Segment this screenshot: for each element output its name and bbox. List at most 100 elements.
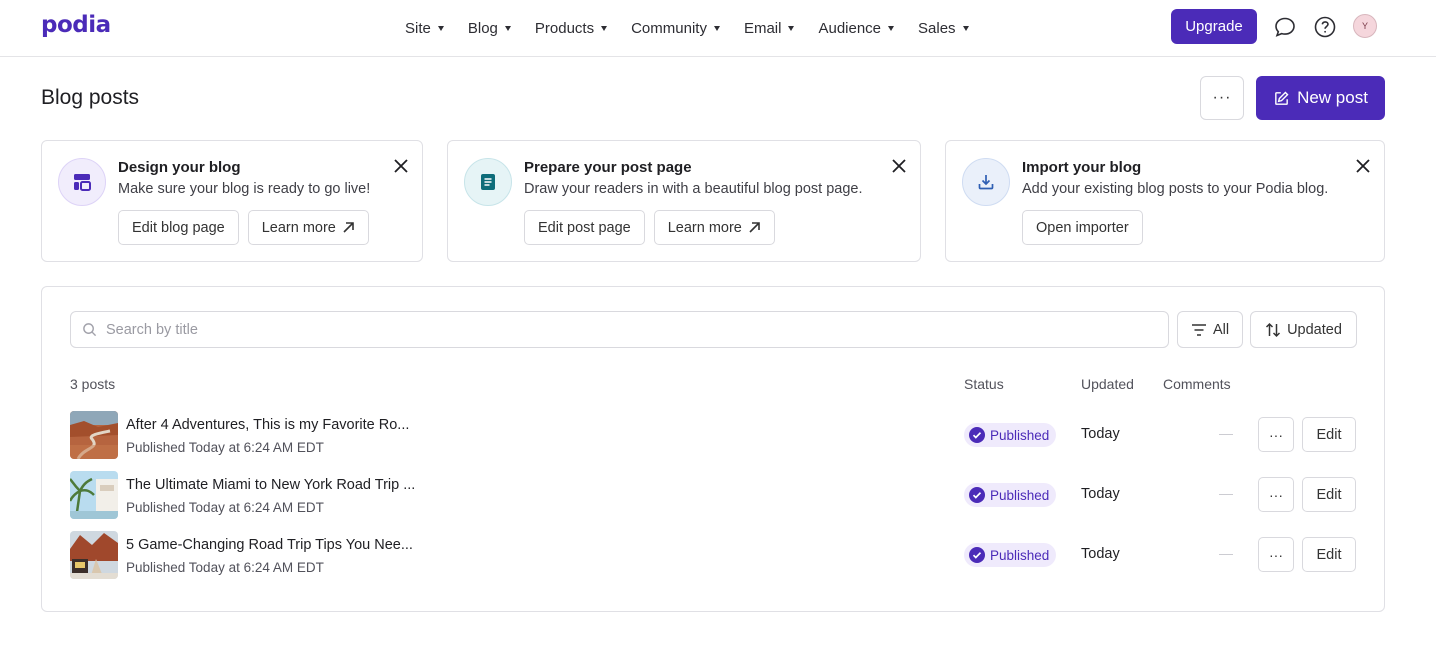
card-title: Prepare your post page [524, 159, 692, 176]
filter-icon [1191, 323, 1206, 336]
filter-button[interactable]: All [1177, 311, 1243, 348]
edit-icon [1275, 90, 1289, 105]
post-title[interactable]: 5 Game-Changing Road Trip Tips You Nee..… [126, 537, 413, 553]
comments-value: — [1219, 545, 1233, 561]
button-label: Open importer [1036, 219, 1129, 236]
row-more-button[interactable]: ··· [1258, 417, 1294, 452]
button-label: Edit post page [538, 219, 631, 236]
nav-item-community[interactable]: Community [631, 20, 720, 37]
table-row[interactable]: After 4 Adventures, This is my Favorite … [70, 411, 1358, 459]
card-description: Draw your readers in with a beautiful bl… [524, 181, 863, 197]
nav-item-sales[interactable]: Sales [918, 20, 969, 37]
more-options-button[interactable]: ··· [1200, 76, 1244, 120]
top-navbar: podia Site Blog Products Community Email… [0, 0, 1436, 57]
document-icon [464, 158, 512, 206]
search-icon [82, 322, 97, 337]
row-more-button[interactable]: ··· [1258, 537, 1294, 572]
new-post-button[interactable]: New post [1256, 76, 1385, 120]
close-icon[interactable] [1354, 157, 1372, 175]
check-circle-icon [969, 547, 985, 563]
table-row[interactable]: The Ultimate Miami to New York Road Trip… [70, 471, 1358, 519]
check-circle-icon [969, 487, 985, 503]
close-icon[interactable] [392, 157, 410, 175]
status-badge: Published [964, 423, 1057, 447]
card-title: Import your blog [1022, 159, 1142, 176]
updated-value: Today [1081, 546, 1120, 562]
button-label: Learn more [667, 219, 742, 236]
check-circle-icon [969, 427, 985, 443]
import-icon [962, 158, 1010, 206]
status-label: Published [990, 427, 1050, 443]
table-row[interactable]: 5 Game-Changing Road Trip Tips You Nee..… [70, 531, 1358, 579]
avatar[interactable]: Y [1353, 14, 1377, 38]
layout-icon [58, 158, 106, 206]
card-description: Make sure your blog is ready to go live! [118, 181, 371, 197]
nav-item-products[interactable]: Products [534, 19, 608, 37]
prepare-post-page-card: Prepare your post page Draw your readers… [447, 140, 921, 262]
post-published-meta: Published Today at 6:24 AM EDT [126, 500, 324, 515]
caret-down-icon [788, 25, 795, 31]
posts-count: 3 posts [70, 376, 116, 392]
button-label: Edit blog page [132, 219, 225, 236]
import-blog-card: Import your blog Add your existing blog … [945, 140, 1385, 262]
page-title: Blog posts [41, 86, 140, 109]
upgrade-button[interactable]: Upgrade [1171, 9, 1257, 44]
nav-item-audience[interactable]: Audience [818, 20, 895, 37]
external-arrow-icon [343, 222, 354, 233]
status-label: Published [990, 547, 1050, 563]
chat-icon[interactable] [1272, 14, 1297, 39]
nav-item-label: Blog [467, 19, 498, 37]
button-label: Learn more [261, 219, 336, 236]
learn-more-button[interactable]: Learn more [247, 210, 369, 245]
updated-value: Today [1081, 486, 1120, 502]
post-title[interactable]: After 4 Adventures, This is my Favorite … [126, 417, 409, 433]
podia-logo[interactable]: podia [41, 12, 111, 38]
help-icon[interactable] [1312, 14, 1337, 39]
nav-item-blog[interactable]: Blog [468, 20, 511, 37]
posts-panel: All Updated 3 posts Status Updated Comme… [41, 286, 1385, 612]
edit-button[interactable]: Edit [1302, 417, 1356, 452]
sort-icon [1266, 322, 1281, 337]
sort-button[interactable]: Updated [1250, 311, 1357, 348]
caret-down-icon [713, 25, 720, 31]
card-title: Design your blog [118, 159, 241, 176]
column-header-status: Status [964, 376, 1004, 392]
main-nav: Site Blog Products Community Email Audie… [405, 0, 993, 56]
new-post-label: New post [1297, 88, 1368, 107]
comments-value: — [1219, 425, 1233, 441]
nav-item-label: Email [743, 19, 782, 37]
caret-down-icon [437, 25, 444, 31]
edit-button[interactable]: Edit [1302, 477, 1356, 512]
post-thumbnail [70, 531, 118, 579]
close-icon[interactable] [890, 157, 908, 175]
column-header-updated: Updated [1081, 376, 1134, 392]
column-header-comments: Comments [1163, 376, 1231, 392]
edit-post-page-button[interactable]: Edit post page [524, 210, 645, 245]
nav-item-site[interactable]: Site [405, 20, 444, 37]
filter-label: All [1212, 321, 1230, 338]
edit-blog-page-button[interactable]: Edit blog page [118, 210, 239, 245]
status-badge: Published [964, 543, 1057, 567]
nav-item-label: Products [534, 19, 595, 37]
search-input[interactable] [106, 321, 1106, 338]
comments-value: — [1219, 485, 1233, 501]
updated-value: Today [1081, 426, 1120, 442]
caret-down-icon [888, 25, 895, 31]
caret-down-icon [962, 25, 969, 31]
edit-button[interactable]: Edit [1302, 537, 1356, 572]
post-title[interactable]: The Ultimate Miami to New York Road Trip… [126, 477, 415, 493]
post-published-meta: Published Today at 6:24 AM EDT [126, 440, 324, 455]
card-description: Add your existing blog posts to your Pod… [1022, 181, 1329, 197]
nav-item-label: Site [405, 19, 431, 37]
post-thumbnail [70, 471, 118, 519]
design-blog-card: Design your blog Make sure your blog is … [41, 140, 423, 262]
nav-item-label: Sales [918, 19, 956, 37]
learn-more-button[interactable]: Learn more [653, 210, 775, 245]
external-arrow-icon [749, 222, 760, 233]
status-label: Published [990, 487, 1050, 503]
search-field[interactable] [70, 311, 1169, 348]
nav-item-email[interactable]: Email [744, 20, 795, 37]
caret-down-icon [601, 25, 608, 31]
open-importer-button[interactable]: Open importer [1022, 210, 1143, 245]
row-more-button[interactable]: ··· [1258, 477, 1294, 512]
